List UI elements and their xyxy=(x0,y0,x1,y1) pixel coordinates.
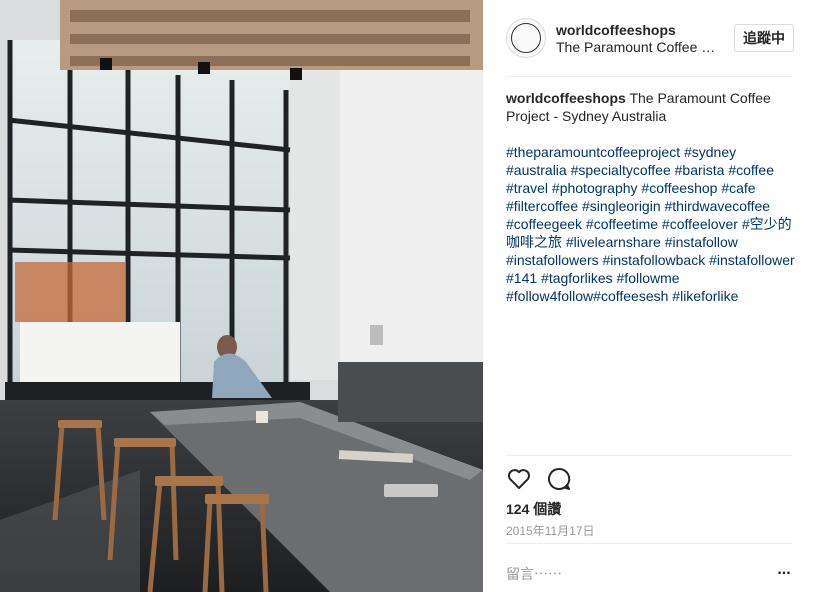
avatar-logo xyxy=(511,23,541,53)
post-header: worldcoffeeshops The Paramount Coffee Pr… xyxy=(506,16,794,60)
caption-username-link[interactable]: worldcoffeeshops xyxy=(506,90,626,106)
like-count[interactable]: 124 個讚 xyxy=(506,499,561,519)
header-divider xyxy=(506,76,793,77)
more-options-icon[interactable]: ... xyxy=(776,562,792,580)
post-photo[interactable] xyxy=(0,0,483,592)
comment-bubble-icon[interactable] xyxy=(546,466,572,492)
actions-divider xyxy=(506,455,793,456)
location-link[interactable]: The Paramount Coffee Project - Sydney Au… xyxy=(556,39,721,55)
following-button[interactable]: 追蹤中 xyxy=(734,24,794,52)
heart-icon[interactable] xyxy=(506,466,532,492)
hashtag-list[interactable]: #theparamountcoffeeproject #sydney #aust… xyxy=(506,143,796,305)
avatar[interactable] xyxy=(506,18,546,58)
post-date: 2015年11月17日 xyxy=(506,524,595,538)
post-caption: worldcoffeeshops The Paramount Coffee Pr… xyxy=(506,89,793,125)
post-side-panel: worldcoffeeshops The Paramount Coffee Pr… xyxy=(483,0,816,592)
comment-input[interactable]: 留言⋯⋯ xyxy=(506,564,562,584)
coffee-shop-photo xyxy=(0,0,483,592)
username-link[interactable]: worldcoffeeshops xyxy=(556,22,676,38)
comment-divider xyxy=(506,543,793,544)
